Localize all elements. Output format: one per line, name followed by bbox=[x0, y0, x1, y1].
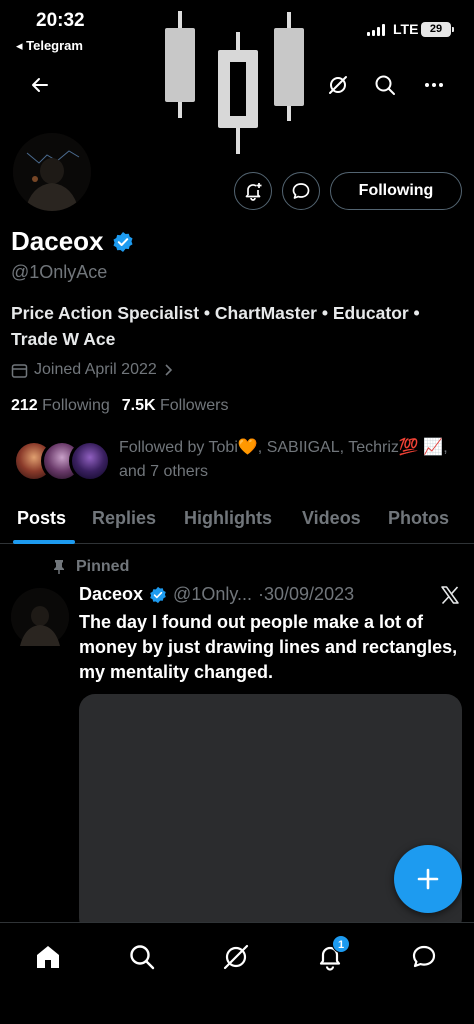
banner-candlestick-art bbox=[165, 11, 304, 154]
more-icon bbox=[425, 83, 443, 87]
avatar-image bbox=[11, 588, 69, 646]
tab-photos[interactable]: Photos bbox=[388, 508, 449, 529]
search-icon bbox=[130, 945, 155, 970]
home-icon bbox=[37, 946, 59, 968]
following-count: 212 bbox=[11, 397, 38, 414]
pin-icon bbox=[54, 560, 64, 574]
verified-icon bbox=[113, 231, 132, 252]
active-tab-indicator bbox=[13, 540, 75, 544]
following-stat[interactable]: 212 Following bbox=[11, 397, 110, 415]
x-logo-icon[interactable] bbox=[440, 585, 460, 605]
post-author-handle: @1Only... bbox=[173, 584, 253, 604]
profile-name-row: Daceox bbox=[11, 226, 134, 257]
nav-notifications[interactable]: 1 bbox=[310, 935, 350, 977]
pinned-text: Pinned bbox=[76, 558, 130, 575]
joined-text: Joined April 2022 bbox=[34, 361, 157, 378]
post-header: Daceox @1Only... ·30/09/2023 bbox=[79, 584, 354, 605]
profile-name: Daceox bbox=[11, 226, 104, 256]
nav-grok[interactable] bbox=[216, 937, 256, 977]
tab-videos[interactable]: Videos bbox=[302, 508, 361, 529]
followers-stat[interactable]: 7.5K Followers bbox=[122, 397, 229, 415]
network-label: LTE bbox=[393, 21, 419, 37]
battery-indicator: 29 bbox=[421, 22, 454, 37]
calendar-icon bbox=[11, 363, 28, 378]
post-author-name[interactable]: Daceox bbox=[79, 584, 143, 605]
nav-home[interactable] bbox=[28, 937, 68, 977]
post-text: The day I found out people make a lot of… bbox=[79, 612, 458, 682]
post-avatar[interactable] bbox=[11, 588, 69, 646]
profile-tabs: Posts Replies Highlights Videos Photos bbox=[0, 502, 474, 544]
grok-icon bbox=[223, 944, 249, 970]
back-button[interactable] bbox=[25, 70, 55, 100]
follower-avatar bbox=[69, 440, 111, 482]
grok-button[interactable] bbox=[323, 70, 353, 100]
chevron-right-icon bbox=[165, 364, 172, 376]
signal-icon bbox=[367, 24, 385, 36]
followers-count: 7.5K bbox=[121, 397, 156, 414]
nav-messages[interactable] bbox=[404, 937, 444, 977]
messages-icon bbox=[412, 945, 436, 968]
profile-bio: Price Action Specialist • ChartMaster • … bbox=[11, 303, 420, 349]
add-notification-icon bbox=[245, 183, 262, 201]
back-to-telegram[interactable]: ◂ Telegram bbox=[16, 38, 83, 54]
following-button[interactable]: Following bbox=[330, 172, 462, 210]
post-date: ·30/09/2023 bbox=[258, 584, 355, 604]
message-icon bbox=[292, 183, 310, 199]
followed-by-text[interactable]: Followed by Tobi🧡, SABIIGAL, Techriz💯 📈,… bbox=[119, 436, 459, 484]
profile-handle: @1OnlyAce bbox=[11, 262, 108, 282]
pinned-label-row: Pinned bbox=[52, 558, 129, 576]
verified-icon bbox=[150, 586, 166, 603]
message-button[interactable] bbox=[282, 172, 320, 210]
avatar-image bbox=[13, 133, 91, 211]
joined-date[interactable]: Joined April 2022 bbox=[11, 361, 173, 379]
notification-badge: 1 bbox=[332, 935, 350, 953]
tab-posts[interactable]: Posts bbox=[17, 508, 66, 529]
grok-icon bbox=[329, 76, 347, 94]
back-arrow-icon bbox=[32, 78, 48, 92]
profile-avatar[interactable] bbox=[10, 130, 94, 214]
following-label: Following bbox=[42, 397, 110, 414]
search-icon bbox=[375, 75, 395, 95]
status-time: 20:32 bbox=[36, 10, 85, 31]
search-button[interactable] bbox=[370, 70, 400, 100]
followers-label: Followers bbox=[160, 397, 229, 414]
tab-replies[interactable]: Replies bbox=[92, 508, 156, 529]
follow-stats: 212 Following 7.5K Followers bbox=[11, 397, 228, 415]
nav-search[interactable] bbox=[122, 937, 162, 977]
compose-button[interactable] bbox=[394, 845, 462, 913]
tab-highlights[interactable]: Highlights bbox=[184, 508, 272, 529]
followed-by-avatars[interactable] bbox=[13, 440, 113, 482]
bottom-nav: 1 bbox=[0, 922, 474, 1024]
notify-button[interactable] bbox=[234, 172, 272, 210]
more-button[interactable] bbox=[419, 70, 449, 100]
plus-icon bbox=[417, 868, 439, 890]
